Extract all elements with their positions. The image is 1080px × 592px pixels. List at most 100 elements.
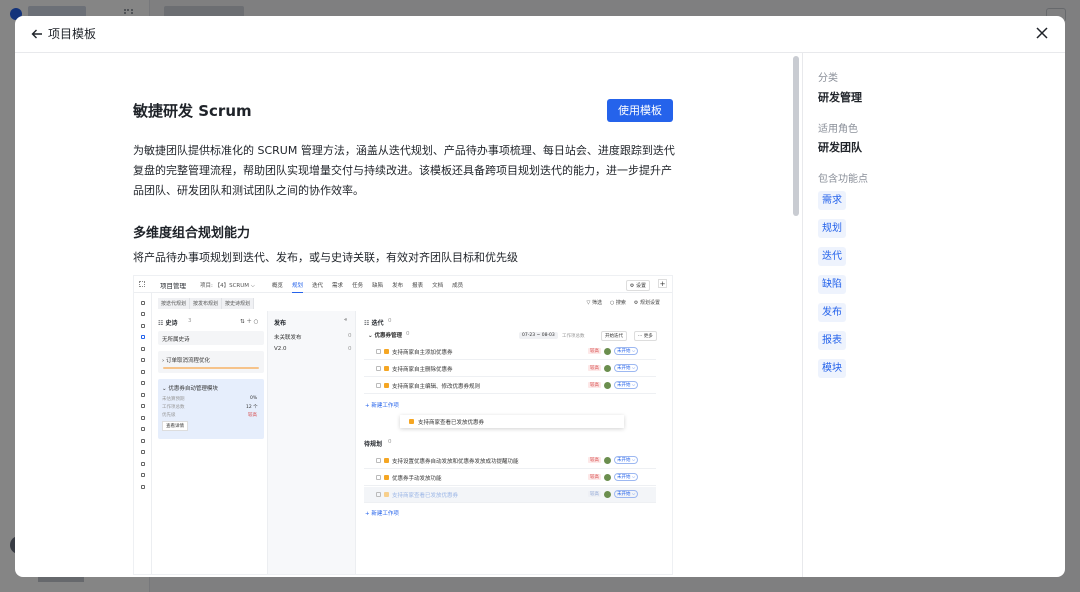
template-info-panel: 分类 研发管理 适用角色 研发团队 包含功能点 需求 规划 迭代 缺陷 发布 报…	[803, 53, 1065, 577]
preview-app-title: 项目管理	[160, 282, 186, 290]
preview-no-epic-card: 无所属史诗	[158, 331, 264, 345]
preview-filter-tool: ▽ 筛选	[586, 300, 602, 306]
close-icon[interactable]	[1035, 26, 1049, 40]
category-label: 分类	[818, 73, 838, 84]
feature-tag: 发布	[818, 303, 846, 322]
preview-backlog-row: 优惠券手动发放功能 较高 未开始 ⌵	[364, 470, 656, 486]
preview-epic-stat-value: 较高	[248, 413, 257, 418]
preview-tab: 报表	[412, 283, 424, 289]
preview-tab: 发布	[392, 283, 404, 289]
role-label: 适用角色	[818, 124, 858, 135]
preview-sprint-column: ☷ 迭代 0 ⌄ 优惠券管理 0 07-23 ~ 08-03 工作项总数 开始迭…	[356, 311, 672, 574]
preview-topbar: 项目管理 项目: 【4】SCRUM ⌵ 概览 规划 迭代 需求 任务 缺陷 发布…	[134, 276, 672, 293]
preview-tab: 概览	[272, 283, 284, 289]
preview-filter: 按迭代规划	[158, 298, 191, 309]
section-title: 多维度组合规划能力	[133, 226, 251, 241]
preview-tab: 任务	[352, 283, 364, 289]
preview-epic-stat-value: 0%	[250, 396, 258, 401]
preview-epic-stat-value: 12 个	[246, 405, 258, 410]
preview-sprint-group-count: 0	[406, 331, 410, 337]
content-scrollbar[interactable]	[792, 53, 800, 577]
preview-release-item: 未关联发布	[274, 335, 302, 341]
preview-plus-icon: +	[658, 279, 667, 288]
role-value: 研发团队	[818, 141, 862, 154]
preview-epic-tools: ⇅ ＋ ○	[240, 319, 259, 325]
scrollbar-thumb[interactable]	[793, 56, 799, 216]
preview-filter: 按发布规划	[190, 298, 223, 309]
preview-backlog-row: 支持设置优惠券自动发放和优惠券发放成功提醒功能 较高 未开始 ⌵	[364, 453, 656, 469]
preview-release-header: 发布	[274, 320, 287, 327]
preview-tab-active: 规划	[292, 281, 304, 293]
template-modal: 项目模板 敏捷研发 Scrum 使用模板 为敏捷团队提供标准化的 SCRUM 管…	[15, 16, 1065, 577]
preview-release-item: V2.0	[274, 346, 287, 352]
preview-dragging-item: 支持商家查看已发放优惠券	[400, 415, 624, 428]
preview-epic-column: ☷ 史诗 3 ⇅ ＋ ○ 无所属史诗 › 订单取消流程优化 ⌄ 优惠券自动管理模…	[152, 311, 268, 574]
template-preview-image: 项目管理 项目: 【4】SCRUM ⌵ 概览 规划 迭代 需求 任务 缺陷 发布…	[133, 275, 673, 575]
preview-sprint-group: ⌄ 优惠券管理	[368, 333, 403, 339]
preview-tab: 迭代	[312, 283, 324, 289]
template-title: 敏捷研发 Scrum	[133, 102, 252, 120]
back-button[interactable]: 项目模板	[31, 25, 96, 42]
preview-grid-icon	[139, 281, 145, 287]
feature-tag: 模块	[818, 359, 846, 378]
preview-sprint-header: ☷ 迭代	[364, 320, 384, 327]
preview-tab: 成员	[452, 283, 464, 289]
preview-epic-stat: 工作项总数	[162, 405, 185, 410]
preview-tab: 需求	[332, 283, 344, 289]
back-label: 项目模板	[48, 27, 97, 41]
preview-release-item-count: 0	[348, 346, 352, 352]
feature-tag: 报表	[818, 331, 846, 350]
preview-tab: 缺陷	[372, 283, 384, 289]
preview-project: 项目: 【4】SCRUM ⌵	[200, 283, 255, 289]
preview-sprint-more: ··· 更多	[634, 331, 657, 341]
features-label: 包含功能点	[818, 174, 868, 185]
preview-release-column: 发布 « 未关联发布 0 V2.0 0	[268, 311, 356, 574]
preview-no-epic: 无所属史诗	[162, 337, 190, 343]
template-description: 为敏捷团队提供标准化的 SCRUM 管理方法，涵盖从迭代规划、产品待办事项梳理、…	[133, 144, 675, 197]
preview-icon-rail	[134, 293, 152, 574]
preview-filter: 按史诗规划	[222, 298, 255, 309]
preview-settings: ⚙ 设置	[625, 280, 650, 291]
preview-epic-stat: 未估算预期	[162, 397, 185, 402]
preview-epic-count: 3	[188, 318, 192, 324]
preview-backlog-add: + 新建工作项	[365, 511, 399, 517]
preview-epic-header: ☷ 史诗	[158, 320, 178, 327]
preview-epic-stat: 优先级	[162, 413, 176, 418]
preview-sprint-capacity: 工作项总数	[562, 334, 585, 339]
preview-filter-tabs: 按迭代规划 按发布规划 按史诗规划	[158, 298, 255, 309]
category-value: 研发管理	[818, 91, 862, 104]
preview-settings-tool: ⚙ 规划设置	[633, 300, 660, 306]
preview-sprint-count: 0	[388, 318, 392, 324]
preview-sprint-row: 支持商家自主添加优惠券 较高 未开始 ⌵	[364, 344, 656, 360]
use-template-button[interactable]: 使用模板	[607, 99, 673, 122]
preview-epic-card-1: › 订单取消流程优化	[158, 351, 264, 373]
preview-backlog-row-ghost: 支持商家查看已发放优惠券 较高 未开始 ⌵	[364, 487, 656, 503]
preview-sprint-start: 开始迭代	[601, 331, 627, 341]
preview-epic-card-2-title: ⌄ 优惠券自动管理模块	[162, 386, 218, 392]
feature-tag: 需求	[818, 191, 846, 210]
preview-tools: ▽ 筛选 ○ 搜索 ⚙ 规划设置	[587, 299, 660, 306]
feature-list: 需求 规划 迭代 缺陷 发布 报表 模块	[818, 191, 846, 378]
feature-tag: 迭代	[818, 247, 846, 266]
template-content[interactable]: 敏捷研发 Scrum 使用模板 为敏捷团队提供标准化的 SCRUM 管理方法，涵…	[15, 53, 790, 577]
preview-tab: 文档	[432, 283, 444, 289]
preview-backlog-count: 0	[388, 439, 392, 445]
preview-release-item-count: 0	[348, 333, 352, 339]
preview-sprint-row: 支持商家自主编辑、修改优惠券规则 较高 未开始 ⌵	[364, 378, 656, 394]
preview-sprint-date: 07-23 ~ 08-03	[519, 332, 558, 339]
feature-tag: 缺陷	[818, 275, 846, 294]
preview-tabs: 概览 规划 迭代 需求 任务 缺陷 发布 报表 文档 成员	[272, 281, 463, 293]
feature-tag: 规划	[818, 219, 846, 238]
preview-epic-detail-button: 查看详情	[162, 421, 188, 431]
modal-header: 项目模板	[15, 16, 1065, 53]
preview-backlog-header: 待规划	[364, 441, 383, 448]
preview-epic-progress	[163, 367, 259, 369]
preview-release-collapse: «	[344, 317, 348, 323]
preview-sprint-add: + 新建工作项	[365, 403, 399, 409]
preview-search-tool: ○ 搜索	[609, 300, 626, 306]
arrow-left-icon	[31, 29, 42, 38]
section-description: 将产品待办事项规划到迭代、发布，或与史诗关联，有效对齐团队目标和优先级	[133, 251, 518, 264]
preview-sprint-row: 支持商家自主删除优惠券 较高 未开始 ⌵	[364, 361, 656, 377]
preview-epic-card-1-title: › 订单取消流程优化	[162, 358, 210, 364]
preview-epic-card-2: ⌄ 优惠券自动管理模块 未估算预期 0% 工作项总数 12 个 优先级 较高 查…	[158, 379, 264, 439]
